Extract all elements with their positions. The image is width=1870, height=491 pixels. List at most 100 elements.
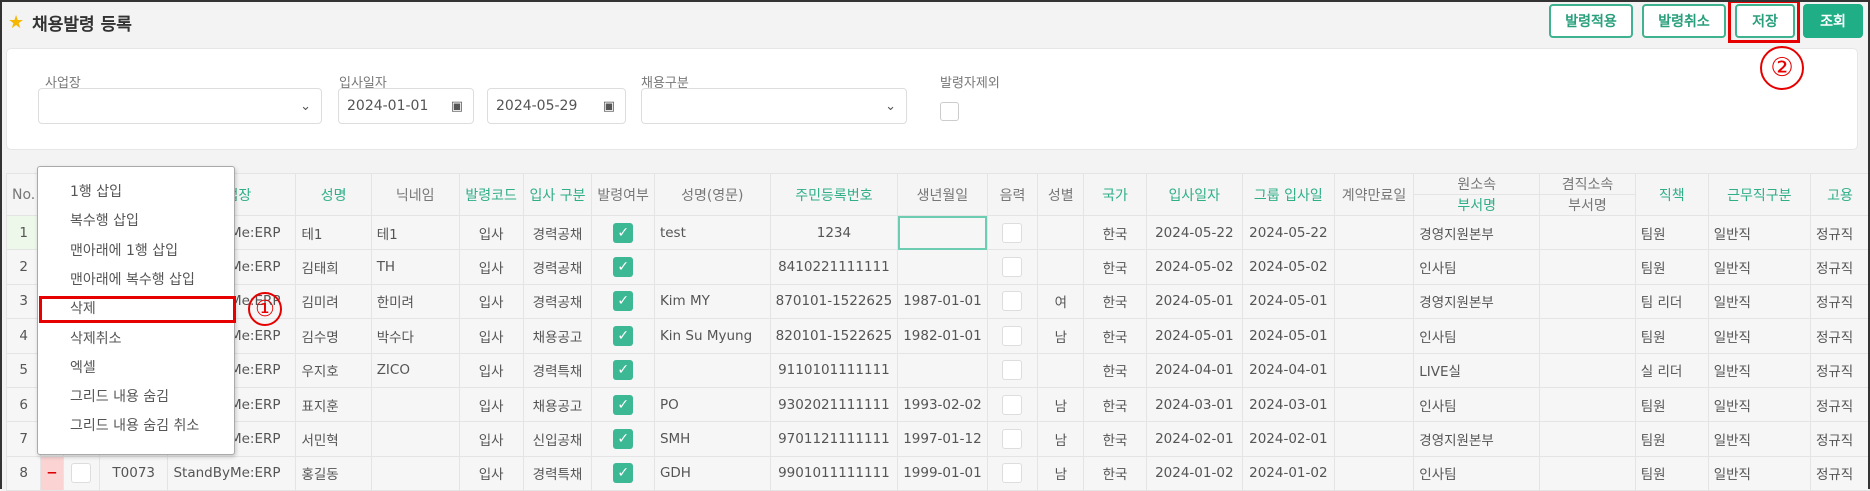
cell-issued[interactable]: ✓	[591, 421, 655, 457]
cell-rrn[interactable]: 9701121111111	[769, 421, 899, 457]
cell-birth[interactable]: 1987-01-01	[897, 283, 988, 320]
cell-eng[interactable]: PO	[653, 386, 771, 423]
issued-checkbox[interactable]: ✓	[613, 257, 634, 278]
column-header[interactable]: 계약만료일	[1333, 173, 1415, 216]
cell-position[interactable]: 팀원	[1634, 318, 1709, 354]
column-header[interactable]: 입사일자	[1145, 173, 1243, 216]
table-row[interactable]: 4StandByMe:ERP김수명박수다입사채용공고✓Kin Su Myung8…	[5, 318, 1870, 354]
cell-nick[interactable]: 테1	[370, 214, 460, 251]
calendar-icon[interactable]: ▣	[603, 99, 615, 114]
cell-dept[interactable]: LIVE실	[1413, 352, 1541, 388]
cell-dept[interactable]: 경영지원본부	[1413, 421, 1541, 457]
cell-issued[interactable]: ✓	[591, 386, 655, 423]
column-header[interactable]: 발령코드	[458, 173, 524, 216]
cell-lunar[interactable]	[986, 214, 1039, 251]
column-subheader[interactable]: 부서명	[1539, 194, 1636, 216]
cell-position[interactable]: 팀원	[1634, 249, 1709, 285]
cell-code[interactable]: 입사	[458, 214, 524, 251]
cell-emp-no[interactable]: T0073	[98, 455, 169, 491]
cell-code[interactable]: 입사	[458, 455, 524, 491]
cell-position[interactable]: 팀원	[1634, 386, 1709, 423]
row-select-checkbox[interactable]	[71, 463, 92, 484]
cell-dept[interactable]: 인사팀	[1413, 455, 1541, 491]
cell-nick[interactable]: ZICO	[370, 352, 460, 388]
cell-nick[interactable]	[370, 455, 460, 491]
issued-checkbox[interactable]: ✓	[613, 325, 634, 346]
cell-issued[interactable]: ✓	[591, 455, 655, 491]
cell-con-dept[interactable]	[1539, 283, 1636, 320]
cell-eng[interactable]: Kin Su Myung	[653, 318, 771, 354]
cell-code[interactable]: 입사	[458, 318, 524, 354]
cell-birth[interactable]: 1999-01-01	[897, 455, 988, 491]
context-menu-item[interactable]: 1행 삽입	[70, 181, 122, 201]
context-menu-item[interactable]: 맨아래에 1행 삽입	[70, 240, 178, 260]
cell-lunar[interactable]	[986, 318, 1039, 354]
cell-code[interactable]: 입사	[458, 352, 524, 388]
cell-job[interactable]: 일반직	[1707, 214, 1811, 251]
cell-eng[interactable]: GDH	[653, 455, 771, 491]
cell-job[interactable]: 일반직	[1707, 386, 1811, 423]
cell-hire[interactable]: 2024-04-01	[1145, 352, 1243, 388]
column-subheader[interactable]: 부서명	[1413, 194, 1541, 216]
cell-emp[interactable]: 정규직	[1809, 249, 1870, 285]
lunar-checkbox[interactable]	[1002, 257, 1023, 278]
cell-contract-end[interactable]	[1333, 421, 1415, 457]
cell-country[interactable]: 한국	[1083, 352, 1147, 388]
cell-issued[interactable]: ✓	[591, 214, 655, 251]
issued-checkbox[interactable]: ✓	[613, 463, 634, 484]
cell-rrn[interactable]: 9302021111111	[769, 386, 899, 423]
cell-group-hire[interactable]: 2024-05-02	[1241, 249, 1335, 285]
cell-site[interactable]: StandByMe:ERP	[167, 455, 297, 491]
cell-dept[interactable]: 인사팀	[1413, 249, 1541, 285]
cell-no[interactable]: 3	[5, 283, 42, 320]
cell-rrn[interactable]: 820101-1522625	[769, 318, 899, 354]
cell-type[interactable]: 신입공채	[522, 421, 593, 457]
issued-checkbox[interactable]: ✓	[613, 429, 634, 450]
cell-sex[interactable]: 남	[1037, 421, 1085, 457]
cell-group-hire[interactable]: 2024-05-01	[1241, 318, 1335, 354]
table-row[interactable]: 3StandByMe:ERP김미려한미려입사경력공채✓Kim MY870101-…	[5, 283, 1870, 320]
cell-contract-end[interactable]	[1333, 318, 1415, 354]
cell-position[interactable]: 팀 리더	[1634, 283, 1709, 320]
cell-type[interactable]: 경력공채	[522, 249, 593, 285]
column-header[interactable]: 겸직소속	[1539, 173, 1636, 195]
cell-group-hire[interactable]: 2024-02-01	[1241, 421, 1335, 457]
cell-name[interactable]: 김태희	[295, 249, 372, 285]
cell-con-dept[interactable]	[1539, 386, 1636, 423]
cell-dept[interactable]: 인사팀	[1413, 318, 1541, 354]
cell-contract-end[interactable]	[1333, 249, 1415, 285]
site-select[interactable]: ⌄	[38, 88, 322, 124]
context-menu-item[interactable]: 그리드 내용 숨김 취소	[70, 415, 199, 435]
cell-code[interactable]: 입사	[458, 283, 524, 320]
cell-lunar[interactable]	[986, 455, 1039, 491]
cell-hire[interactable]: 2024-05-22	[1145, 214, 1243, 251]
search-button[interactable]: 조회	[1803, 4, 1863, 38]
cell-eng[interactable]: test	[653, 214, 771, 251]
cell-no[interactable]: 2	[5, 249, 42, 285]
cell-issued[interactable]: ✓	[591, 249, 655, 285]
cell-lunar[interactable]	[986, 386, 1039, 423]
cell-nick[interactable]	[370, 421, 460, 457]
cell-dept[interactable]: 인사팀	[1413, 386, 1541, 423]
cell-emp[interactable]: 정규직	[1809, 214, 1870, 251]
cell-hire[interactable]: 2024-02-01	[1145, 421, 1243, 457]
cell-group-hire[interactable]: 2024-01-02	[1241, 455, 1335, 491]
cell-sex[interactable]	[1037, 249, 1085, 285]
column-header[interactable]: 음력	[986, 173, 1039, 216]
cell-rrn[interactable]: 9901011111111	[769, 455, 899, 491]
context-menu-item[interactable]: 그리드 내용 숨김	[70, 386, 169, 406]
cell-contract-end[interactable]	[1333, 455, 1415, 491]
cell-hire[interactable]: 2024-05-01	[1145, 283, 1243, 320]
cell-contract-end[interactable]	[1333, 352, 1415, 388]
table-row[interactable]: 6StandByMe:ERP표지훈입사채용공고✓PO93020211111111…	[5, 386, 1870, 423]
cell-type[interactable]: 채용공고	[522, 318, 593, 354]
column-header[interactable]: 성별	[1037, 173, 1085, 216]
context-menu-item[interactable]: 삭제취소	[70, 328, 122, 348]
cell-con-dept[interactable]	[1539, 421, 1636, 457]
cell-group-hire[interactable]: 2024-05-01	[1241, 283, 1335, 320]
column-header[interactable]: 발령여부	[591, 173, 655, 216]
cell-type[interactable]: 경력특채	[522, 352, 593, 388]
cell-no[interactable]: 4	[5, 318, 42, 354]
hire-date-to-input[interactable]: 2024-05-29 ▣	[487, 88, 626, 124]
cell-name[interactable]: 홍길동	[295, 455, 372, 491]
